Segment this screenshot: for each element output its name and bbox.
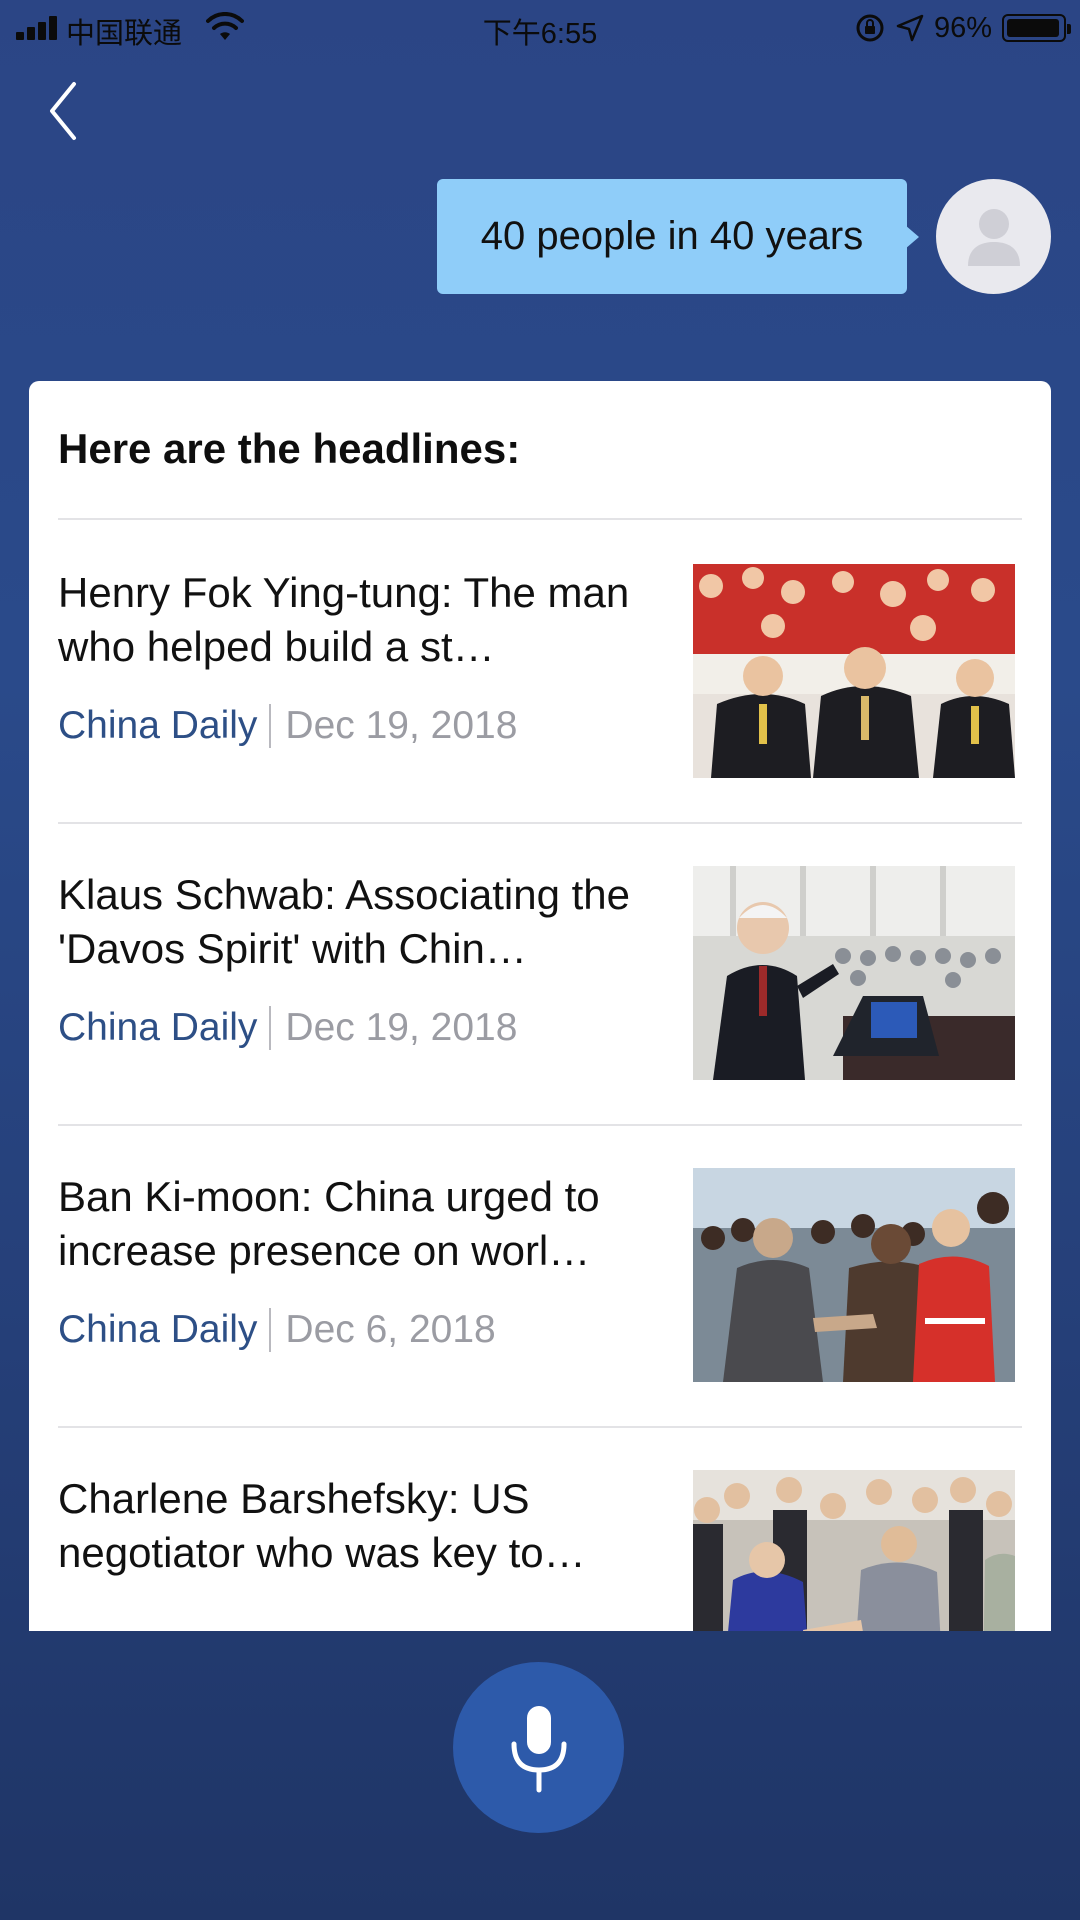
news-date: Dec 19, 2018 [285, 1006, 518, 1049]
news-item[interactable]: Charlene Barshefsky: US negotiator who w… [29, 1426, 1051, 1631]
user-silhouette-icon [967, 208, 1020, 266]
news-title: Klaus Schwab: Associating the 'Davos Spi… [58, 871, 631, 972]
location-arrow-icon [896, 14, 924, 42]
news-title: Ban Ki-moon: China urged to increase pre… [58, 1173, 600, 1274]
chevron-left-icon [50, 82, 76, 140]
status-bar: 中国联通 下午6:55 96% [0, 0, 1080, 56]
microphone-icon [511, 1705, 566, 1792]
news-meta: China Daily Dec 19, 2018 [58, 1006, 517, 1050]
meta-separator [269, 1308, 272, 1352]
news-item[interactable]: Ban Ki-moon: China urged to increase pre… [29, 1124, 1051, 1426]
meta-separator [269, 1006, 272, 1050]
news-date: Dec 6, 2018 [285, 1308, 496, 1351]
news-title: Henry Fok Ying-tung: The man who helped … [58, 569, 630, 670]
news-item[interactable]: Klaus Schwab: Associating the 'Davos Spi… [29, 822, 1051, 1124]
user-query-bubble: 40 people in 40 years [437, 179, 919, 294]
news-item[interactable]: Henry Fok Ying-tung: The man who helped … [29, 520, 1051, 822]
user-query-text: 40 people in 40 years [480, 214, 864, 258]
back-button[interactable] [40, 78, 92, 144]
news-meta: China Daily Dec 6, 2018 [58, 1308, 496, 1352]
battery-percent: 96% [933, 11, 992, 44]
news-thumbnail [693, 1168, 1015, 1382]
avatar [936, 179, 1051, 294]
news-title: Charlene Barshefsky: US negotiator who w… [58, 1475, 586, 1576]
news-meta: China Daily Dec 19, 2018 [58, 704, 517, 748]
news-source[interactable]: China Daily [58, 1308, 257, 1352]
news-date: Dec 19, 2018 [285, 704, 518, 747]
news-thumbnail [693, 564, 1015, 778]
rotation-lock-icon [856, 14, 884, 42]
news-source[interactable]: China Daily [58, 1006, 257, 1050]
card-title: Here are the headlines: [58, 425, 521, 472]
battery-fill [1007, 19, 1059, 37]
microphone-button[interactable] [453, 1662, 624, 1833]
news-thumbnail [693, 1470, 1015, 1631]
meta-separator [269, 704, 272, 748]
battery-icon [1002, 14, 1071, 42]
news-source[interactable]: China Daily [58, 704, 257, 748]
status-right-group: 96% [854, 8, 1071, 48]
news-thumbnail [693, 866, 1015, 1080]
headlines-card: Here are the headlines: Henry Fok Ying-t… [29, 381, 1051, 1631]
